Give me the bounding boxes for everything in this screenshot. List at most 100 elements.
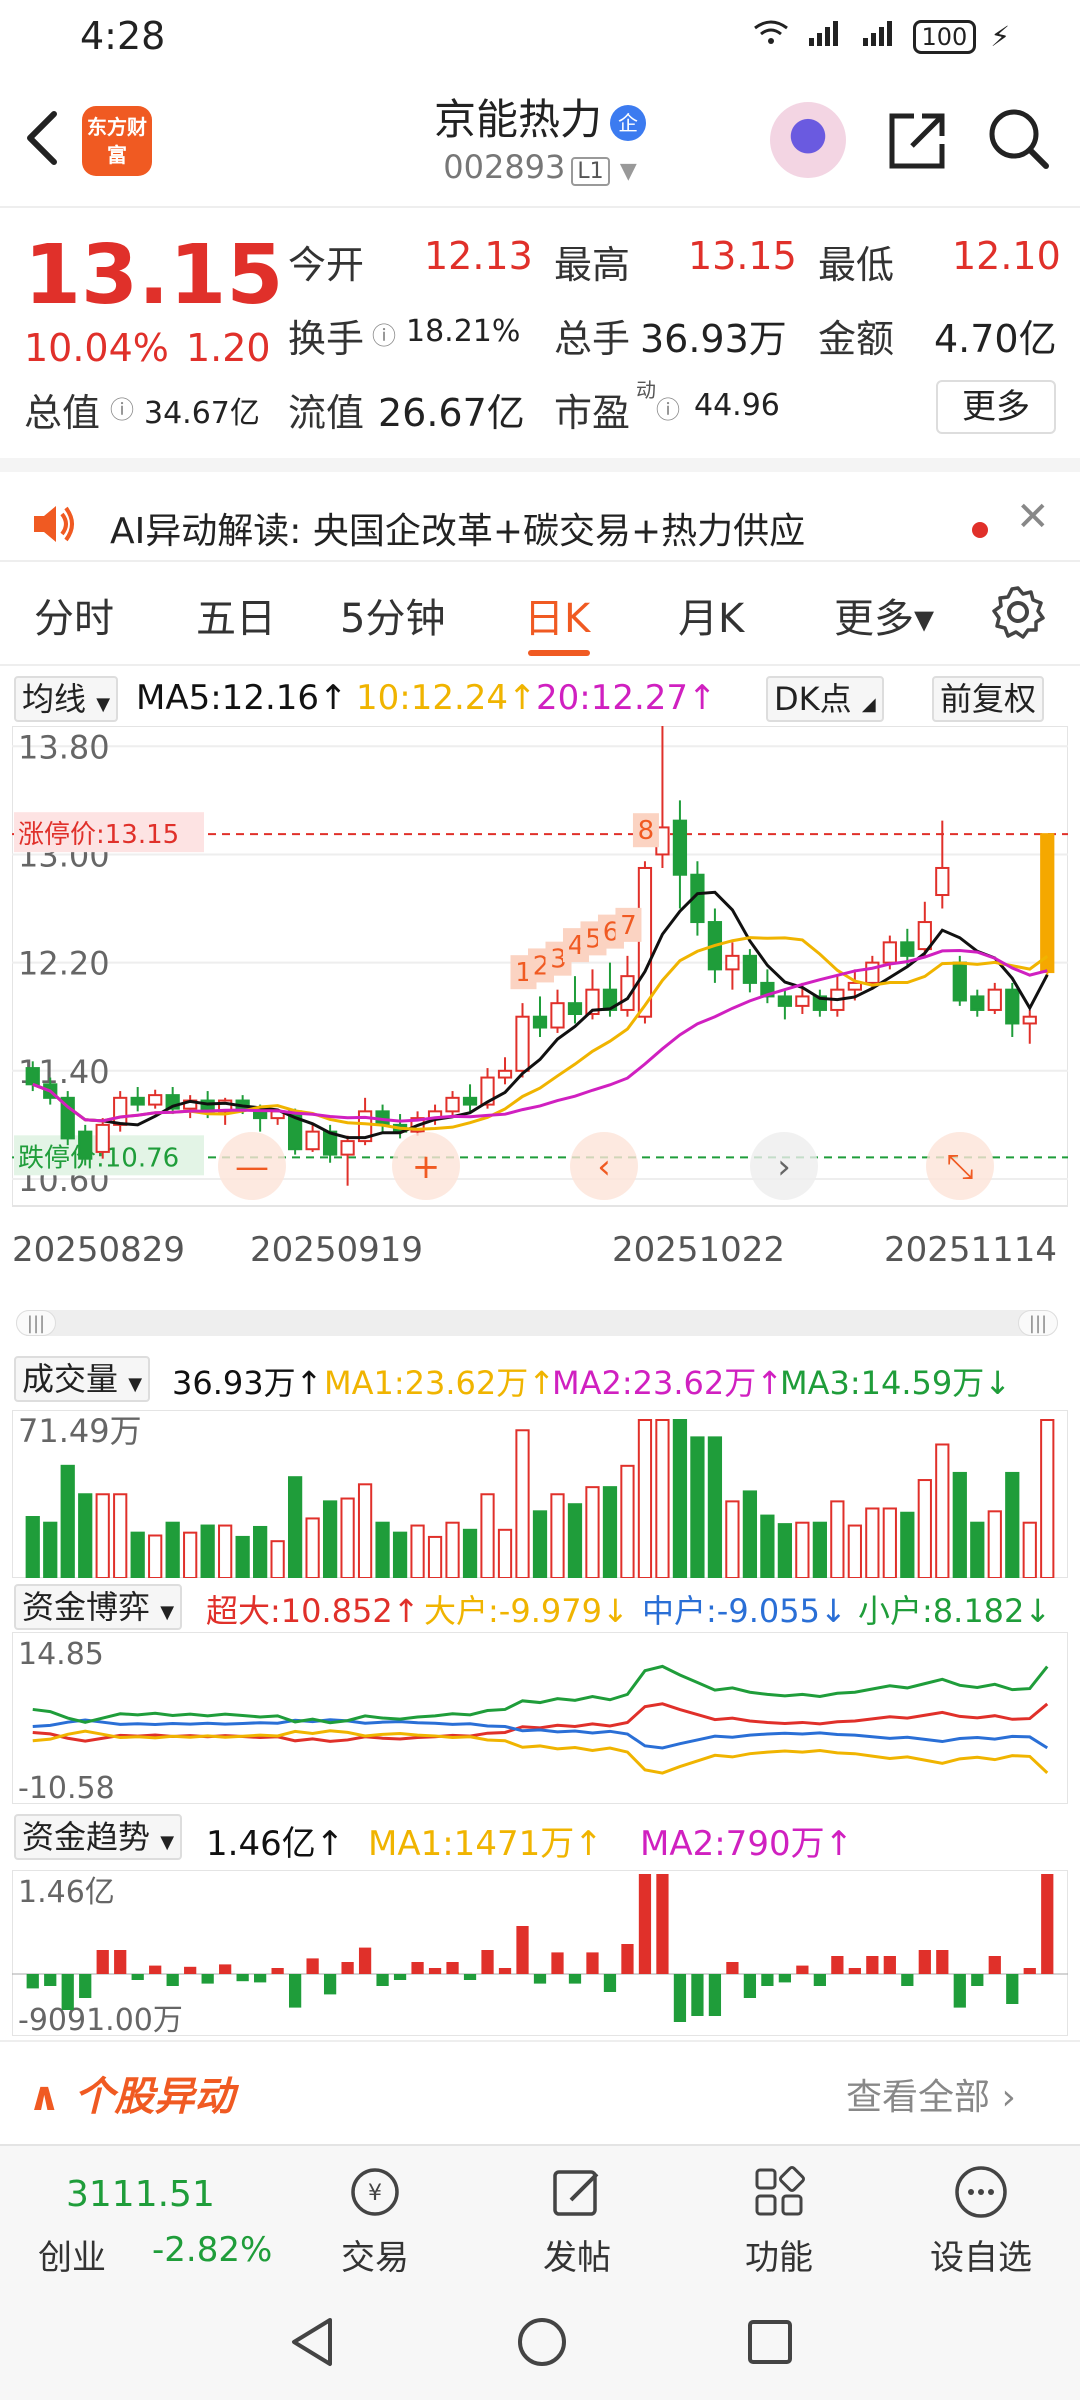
nav-recent-icon[interactable] [744, 2316, 796, 2372]
tab-more[interactable]: 更多▾ [834, 586, 934, 644]
trend-bar [831, 1956, 844, 1974]
volume-bar [130, 1531, 145, 1578]
volume-label: 总手 [554, 317, 631, 361]
kline-x-tick: 20250919 [250, 1230, 424, 1270]
more-button[interactable]: 更多 [936, 380, 1056, 434]
fund-min-label: -10.58 [18, 1771, 115, 1804]
open-label: 今开 [288, 243, 365, 287]
function-button[interactable]: 功能 [714, 2162, 844, 2279]
volume-bar [760, 1514, 775, 1578]
close-icon[interactable]: ✕ [1016, 494, 1050, 540]
trend-bar [393, 1974, 407, 1980]
trend-bar [236, 1974, 249, 1982]
tab-daily-k[interactable]: 日K [524, 586, 590, 644]
fund-game-chart[interactable]: 14.85 -10.58 [12, 1632, 1068, 1804]
volume-bar [25, 1516, 40, 1578]
info-icon[interactable]: ⓘ [656, 390, 680, 425]
volume-bar [865, 1507, 880, 1578]
scroll-handle-right[interactable]: ||| [1018, 1310, 1058, 1336]
trend-bar [551, 1952, 564, 1974]
adjust-select[interactable]: 前复权 [932, 676, 1045, 722]
volume-value: 36.93万 [640, 317, 787, 361]
candle-body [917, 921, 932, 951]
signal-icon [805, 18, 845, 55]
tab-five-day[interactable]: 五日 [196, 586, 276, 644]
trend-bar [796, 1965, 809, 1974]
status-bar: 4:28 100 ⚡ [0, 0, 1080, 72]
low-label: 最低 [818, 243, 895, 287]
volume-bar [970, 1521, 985, 1578]
settings-gear-icon[interactable] [990, 584, 1046, 644]
volume-bar [200, 1524, 215, 1578]
trend-bar [26, 1974, 39, 1989]
volume-bar [672, 1419, 688, 1578]
volume-select[interactable]: 成交量 ▼ [14, 1356, 151, 1402]
stock-anomaly-section[interactable]: ∧ 个股异动 查看全部 › [0, 2040, 1080, 2144]
volume-bar [830, 1500, 845, 1578]
nav-home-icon[interactable] [514, 2314, 570, 2374]
candle-body [1040, 833, 1055, 974]
info-icon[interactable]: ⓘ [372, 316, 396, 351]
index-value[interactable]: 3111.51 [66, 2174, 215, 2215]
ai-banner[interactable]: AI异动解读: 央国企改革+碳交易+热力供应 ✕ [0, 458, 1080, 560]
volume-bar [637, 1419, 653, 1578]
edit-icon [547, 2162, 607, 2222]
chart-overlay-icon: + [412, 1147, 441, 1187]
ai-robot-avatar[interactable] [770, 102, 846, 178]
ma-select[interactable]: 均线 ▼ [14, 676, 119, 722]
view-all-link[interactable]: 查看全部 › [846, 2068, 1016, 2120]
trend-bar [621, 1944, 634, 1974]
index-name[interactable]: 创业 [38, 2230, 106, 2279]
trade-button[interactable]: ¥ 交易 [310, 2162, 440, 2279]
tab-monthly-k[interactable]: 月K [678, 586, 744, 644]
candle-body [777, 995, 793, 1007]
fund-trend-chart[interactable]: 1.46亿 -9091.00万 [12, 1870, 1068, 2036]
volume-bar [917, 1479, 932, 1578]
caret-up-icon: ∧ [28, 2074, 61, 2120]
volume-bar [43, 1521, 58, 1578]
index-change[interactable]: -2.82% [152, 2230, 272, 2270]
info-icon[interactable]: ⓘ [110, 390, 134, 425]
charging-icon: ⚡ [990, 20, 1010, 53]
candle-body [672, 819, 688, 876]
fund-game-select[interactable]: 资金博弈 ▼ [14, 1584, 183, 1630]
kline-chart[interactable]: 13.8013.0012.2011.4010.60涨停价:13.15跌停价:10… [12, 726, 1068, 1216]
trend-bar [166, 1974, 179, 1986]
candle-body [900, 941, 915, 957]
float-label: 流值 [288, 391, 365, 435]
nav-back-icon[interactable] [286, 2314, 338, 2374]
dk-point-toggle[interactable]: DK点 ◢ [766, 676, 884, 722]
trend-bar [288, 1974, 302, 2008]
amount-label: 金额 [818, 317, 895, 361]
system-nav-bar [0, 2284, 1080, 2400]
corner-icon: ◢ [861, 694, 876, 715]
share-icon[interactable] [884, 108, 950, 174]
trend-bar [813, 1974, 826, 1986]
candle-body [462, 1096, 478, 1106]
chart-overlay-icon: ‹ [597, 1147, 611, 1187]
chevron-down-icon: ▼ [96, 694, 111, 715]
trend-bar [726, 1962, 739, 1974]
volume-bar [515, 1429, 530, 1578]
trend-bar [533, 1974, 547, 1984]
trade-label: 交易 [341, 2238, 409, 2278]
volume-bar [550, 1493, 565, 1578]
pe-label: 市盈 [554, 391, 631, 435]
tab-5min[interactable]: 5分钟 [340, 586, 445, 644]
chart-scrollbar[interactable]: ||| ||| [16, 1310, 1058, 1336]
trend-bar [1023, 1968, 1036, 1974]
scroll-handle-left[interactable]: ||| [16, 1310, 56, 1336]
tab-intraday[interactable]: 分时 [34, 586, 114, 644]
trend-bar [673, 1974, 687, 2022]
volume-bar [375, 1521, 390, 1578]
post-button[interactable]: 发帖 [512, 2162, 642, 2279]
volume-bar [165, 1521, 180, 1578]
fund-trend-select[interactable]: 资金趋势 ▼ [14, 1814, 183, 1860]
trend-bar [254, 1974, 267, 1983]
tab-underline [528, 650, 590, 656]
search-icon[interactable] [986, 106, 1052, 172]
add-watchlist-button[interactable]: 设自选 [916, 2162, 1046, 2279]
trend-bar [376, 1974, 389, 1986]
volume-chart[interactable]: 71.49万 [12, 1410, 1068, 1578]
trend-bar [411, 1962, 424, 1974]
